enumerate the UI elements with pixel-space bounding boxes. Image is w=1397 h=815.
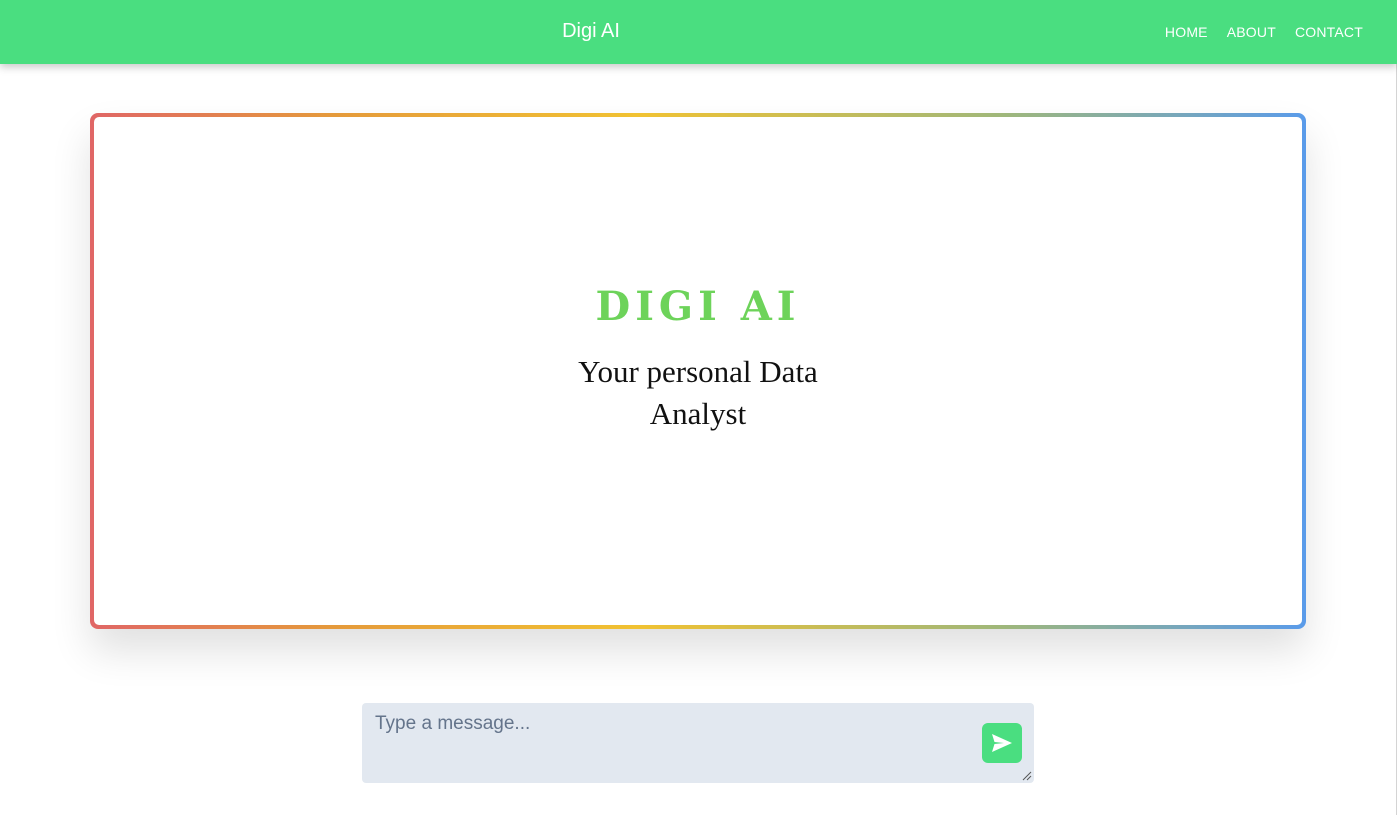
brand-title[interactable]: Digi AI	[0, 0, 1182, 64]
hero-card: DIGI AI Your personal Data Analyst	[94, 117, 1302, 625]
top-navbar: Digi AI HOME ABOUT CONTACT	[0, 0, 1397, 64]
nav-about-link[interactable]: ABOUT	[1227, 24, 1276, 40]
nav-home-link[interactable]: HOME	[1165, 24, 1208, 40]
send-icon	[992, 734, 1012, 752]
nav-links: HOME ABOUT CONTACT	[1165, 0, 1363, 64]
hero-subtitle: Your personal Data Analyst	[578, 354, 818, 431]
message-input[interactable]	[362, 703, 962, 781]
hero-title: DIGI AI	[595, 283, 801, 330]
send-button[interactable]	[982, 723, 1022, 763]
nav-contact-link[interactable]: CONTACT	[1295, 24, 1363, 40]
hero-card-border: DIGI AI Your personal Data Analyst	[90, 113, 1306, 629]
resize-grip-icon[interactable]	[1022, 771, 1032, 781]
message-composer	[362, 703, 1034, 783]
